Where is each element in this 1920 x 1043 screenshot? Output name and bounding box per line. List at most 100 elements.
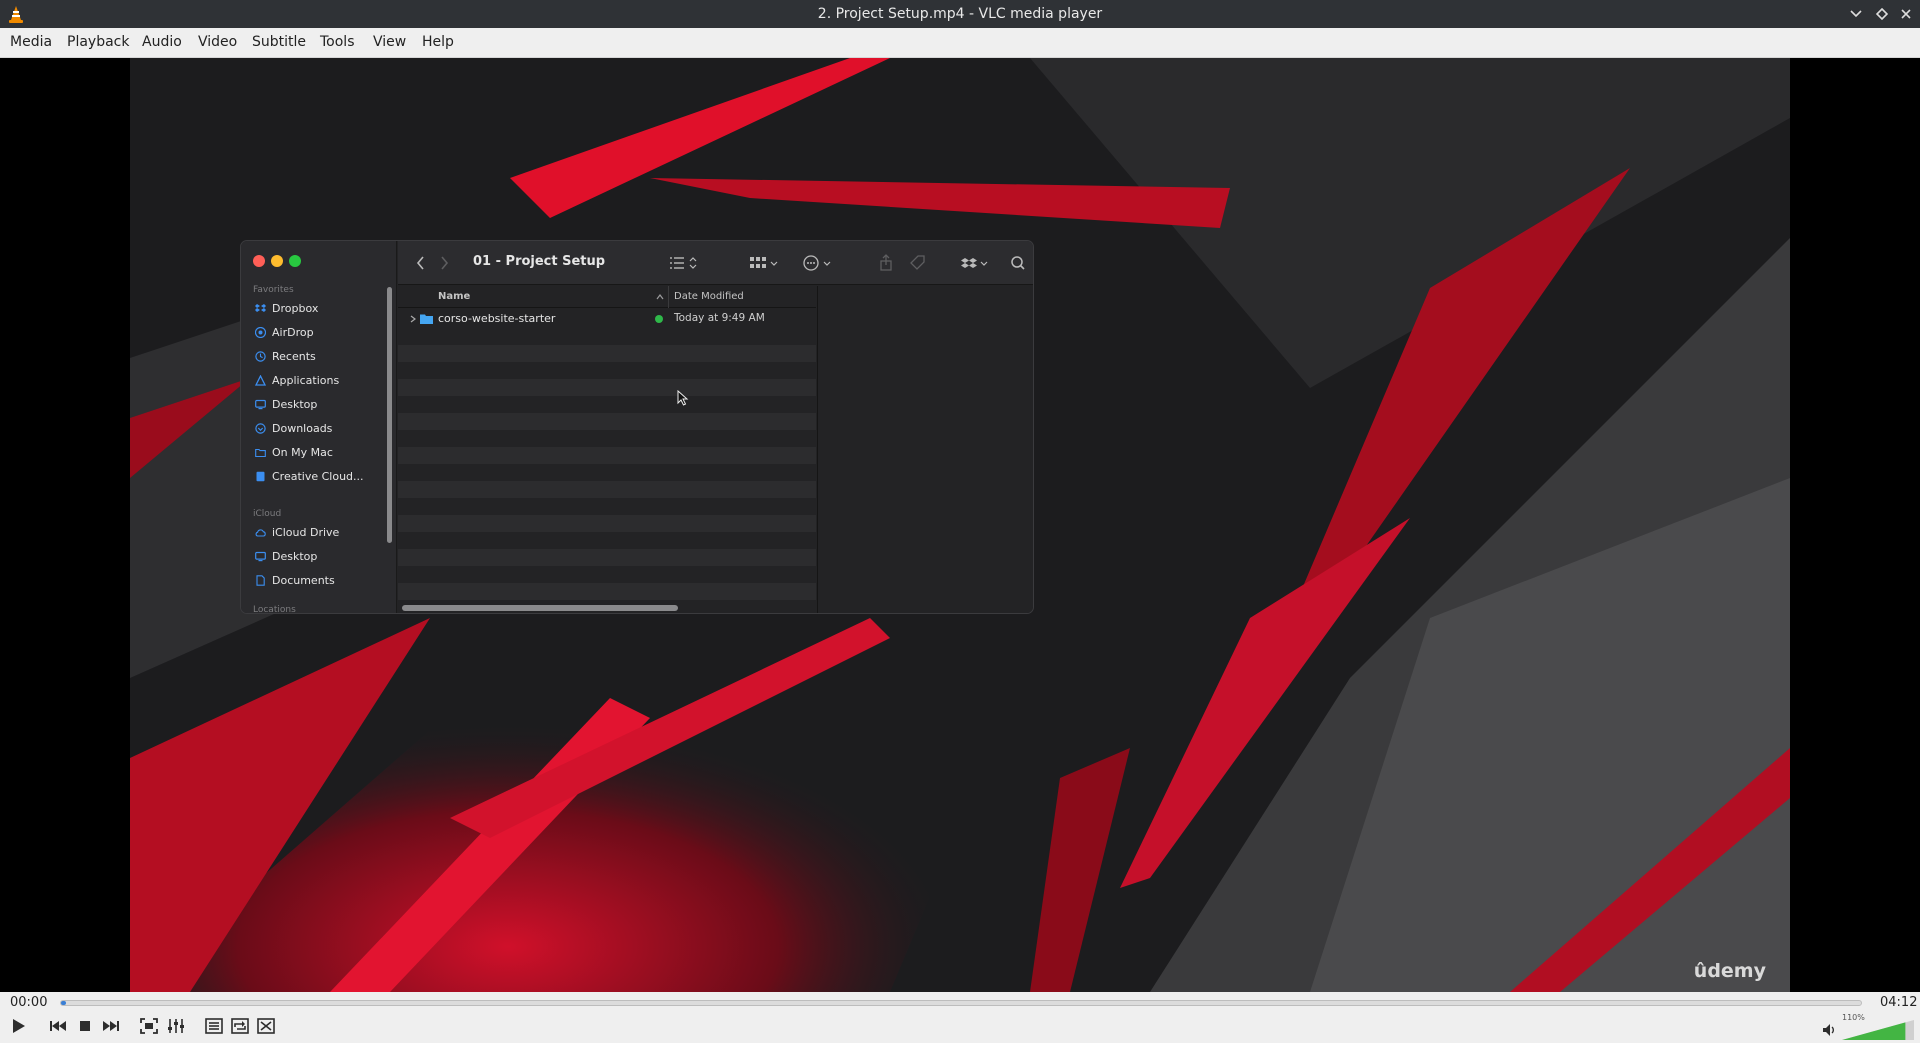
sidebar-item-label: On My Mac: [272, 446, 333, 459]
close-icon[interactable]: [1896, 4, 1916, 24]
menu-help[interactable]: Help: [422, 34, 454, 50]
mouse-cursor-icon: [677, 390, 689, 406]
forward-icon: [441, 256, 449, 270]
loop-button[interactable]: [228, 1014, 252, 1038]
volume-control: 110%: [1822, 1013, 1914, 1042]
sidebar-item-desktop: Desktop: [255, 398, 317, 411]
menu-tools[interactable]: Tools: [320, 34, 355, 50]
horizontal-scrollbar: [402, 605, 678, 611]
list-row-empty: [398, 566, 816, 583]
list-row-empty: [398, 498, 816, 515]
volume-slider[interactable]: [1842, 1020, 1914, 1040]
seek-slider[interactable]: [60, 1000, 1862, 1006]
desktop-icon: [255, 399, 266, 410]
sidebar-scrollbar: [387, 287, 392, 543]
more-actions-icon: [803, 255, 831, 271]
fullscreen-button[interactable]: [137, 1014, 161, 1038]
sidebar-item-label: Documents: [272, 574, 335, 587]
folder-icon: [420, 314, 433, 324]
sidebar-item-applications: Applications: [255, 374, 339, 387]
playback-controls: 00:00 04:12 110%: [0, 992, 1920, 1043]
seek-progress-fill: [61, 1001, 67, 1005]
sidebar-item-label: Downloads: [272, 422, 333, 435]
close-traffic-icon: [253, 255, 265, 267]
file-date-modified: Today at 9:49 AM: [674, 312, 765, 324]
downloads-icon: [255, 423, 266, 434]
folder-icon: [255, 448, 266, 458]
menu-video[interactable]: Video: [198, 34, 237, 50]
sidebar-item-airdrop: AirDrop: [255, 326, 314, 339]
list-row-empty: [398, 413, 816, 430]
udemy-watermark: ûdemy: [1693, 960, 1766, 982]
shuffle-button[interactable]: [254, 1014, 278, 1038]
finder-folder-title: 01 - Project Setup: [473, 254, 606, 269]
previous-button[interactable]: [46, 1014, 70, 1038]
list-row-empty: [398, 379, 816, 396]
applications-icon: [255, 375, 266, 386]
stop-icon: [80, 1021, 90, 1031]
dropbox-icon: [255, 304, 266, 312]
extended-settings-button[interactable]: [164, 1014, 188, 1038]
playlist-button[interactable]: [202, 1014, 226, 1038]
sidebar-item-label: iCloud Drive: [272, 526, 340, 539]
finder-window: Favorites Dropbox AirDrop Recents Applic…: [240, 240, 1034, 614]
list-row-empty: [398, 345, 816, 362]
list-row-empty: [398, 396, 816, 413]
shuffle-icon: [257, 1018, 275, 1034]
play-button[interactable]: [6, 1014, 30, 1038]
column-divider: [668, 286, 669, 308]
menu-audio[interactable]: Audio: [142, 34, 182, 50]
disclosure-triangle-icon: [410, 315, 416, 323]
previous-icon: [50, 1021, 66, 1031]
sidebar-item-icloud-desktop: Desktop: [255, 550, 317, 563]
menu-subtitle[interactable]: Subtitle: [252, 34, 306, 50]
total-duration: 04:12: [1880, 995, 1918, 1010]
video-area[interactable]: Favorites Dropbox AirDrop Recents Applic…: [0, 58, 1920, 992]
minimize-icon[interactable]: [1846, 4, 1866, 24]
sidebar-item-dropbox: Dropbox: [255, 302, 318, 315]
sync-check-icon: [655, 315, 663, 323]
next-button[interactable]: [99, 1014, 123, 1038]
cloud-icon: [255, 529, 266, 537]
sidebar-section-favorites: Favorites: [253, 285, 294, 295]
file-name: corso-website-starter: [438, 312, 556, 325]
list-row-empty: [398, 328, 816, 345]
minimize-traffic-icon: [271, 255, 283, 267]
search-icon: [1011, 256, 1025, 270]
share-icon: [880, 254, 892, 271]
sidebar-item-documents: Documents: [255, 574, 335, 587]
finder-sidebar: Favorites Dropbox AirDrop Recents Applic…: [241, 241, 397, 613]
list-row-empty: [398, 362, 816, 379]
next-icon: [103, 1021, 119, 1031]
list-row-empty: [398, 532, 816, 549]
list-row-empty: [398, 481, 816, 498]
stop-button[interactable]: [73, 1014, 97, 1038]
equalizer-icon: [168, 1019, 184, 1033]
sidebar-item-label: Desktop: [272, 550, 318, 563]
list-row-empty: [398, 583, 816, 600]
zoom-traffic-icon: [289, 255, 301, 267]
document-icon: [256, 575, 265, 586]
sidebar-item-downloads: Downloads: [255, 422, 332, 435]
volume-level-fill: [1842, 1022, 1906, 1040]
group-view-icon: [750, 257, 778, 268]
sidebar-item-creative-cloud: Creative Cloud...: [255, 470, 364, 483]
sidebar-item-label: Desktop: [272, 398, 318, 411]
desktop-icon: [255, 551, 266, 562]
menu-view[interactable]: View: [373, 34, 406, 50]
sidebar-item-on-my-mac: On My Mac: [255, 446, 333, 459]
fullscreen-icon: [140, 1018, 158, 1034]
speaker-icon[interactable]: [1822, 1023, 1838, 1037]
maximize-icon[interactable]: [1872, 4, 1892, 24]
tag-icon: [910, 255, 925, 270]
menu-playback[interactable]: Playback: [67, 34, 129, 50]
back-icon: [416, 256, 424, 270]
list-view-icon: [670, 257, 697, 269]
column-name: Name: [438, 291, 471, 302]
menu-media[interactable]: Media: [10, 34, 52, 50]
document-icon: [256, 471, 265, 482]
dropbox-menu-icon: [961, 258, 988, 268]
list-row-empty: [398, 464, 816, 481]
elapsed-time: 00:00: [10, 995, 48, 1010]
list-row-empty: [398, 430, 816, 447]
